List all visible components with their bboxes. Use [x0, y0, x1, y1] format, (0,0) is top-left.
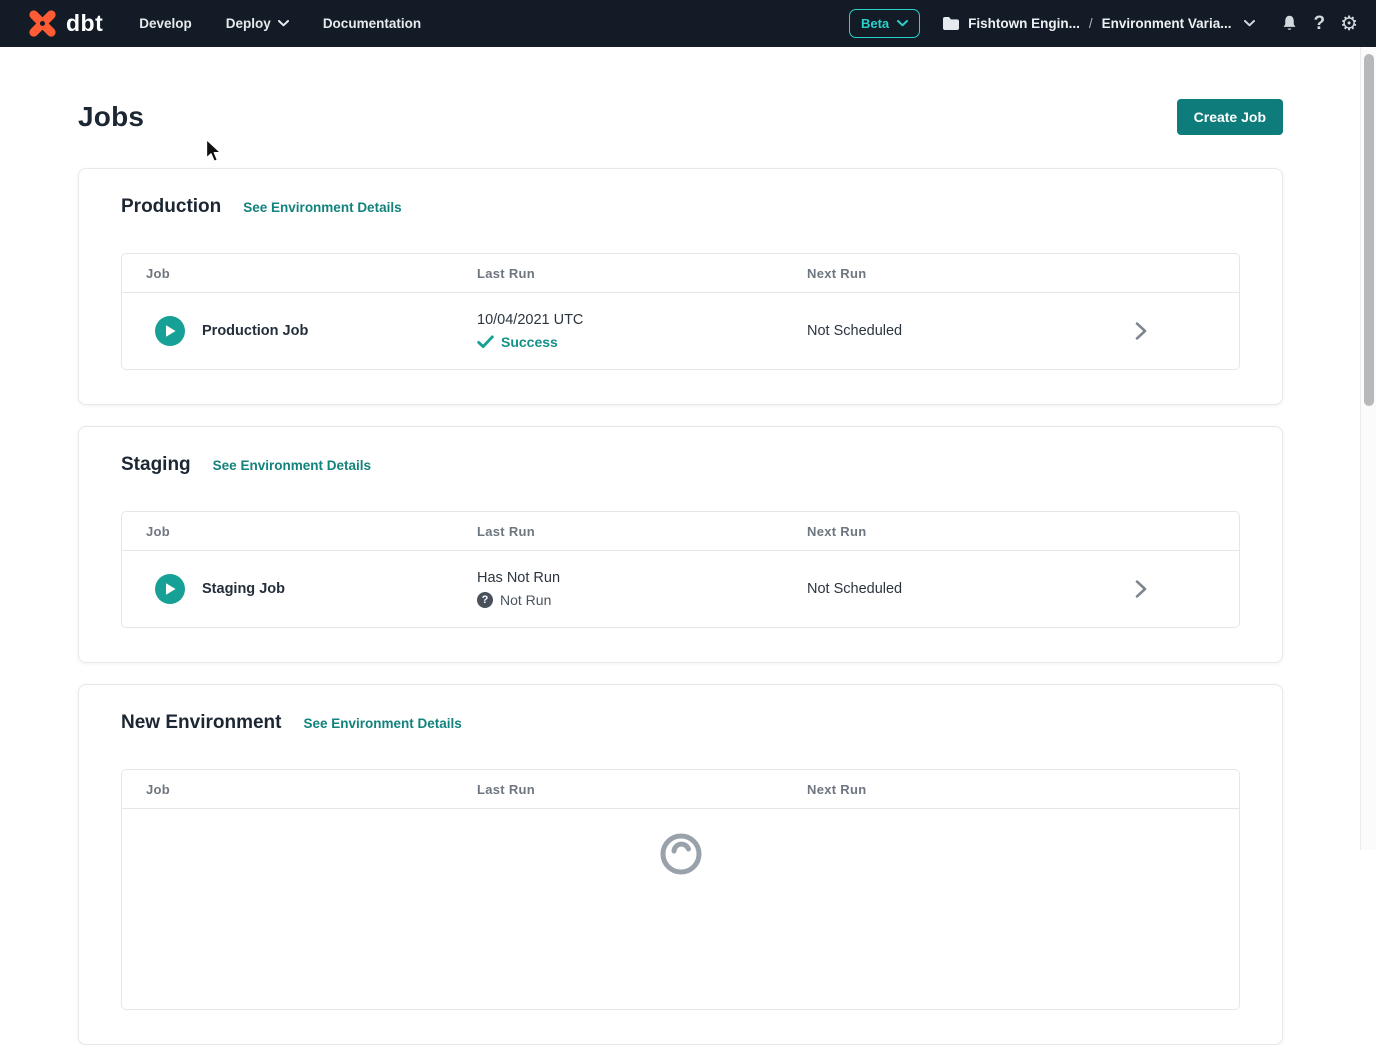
scrollbar-thumb[interactable] [1364, 54, 1374, 406]
last-run-date: 10/04/2021 UTC [477, 312, 783, 328]
environment-card-staging: Staging See Environment Details Job Last… [78, 426, 1283, 663]
breadcrumb[interactable]: Fishtown Engin... / Environment Varia... [943, 16, 1255, 31]
column-header-job: Job [122, 266, 453, 281]
column-header-last-run: Last Run [453, 266, 783, 281]
play-icon [164, 324, 177, 338]
column-header-job: Job [122, 782, 453, 797]
chevron-down-icon [1244, 20, 1255, 27]
nav-item-deploy-label: Deploy [226, 16, 271, 31]
breadcrumb-separator: / [1089, 16, 1093, 31]
column-header-last-run: Last Run [453, 782, 783, 797]
chevron-right-icon[interactable] [1135, 321, 1147, 341]
job-name: Staging Job [202, 581, 285, 597]
column-header-last-run: Last Run [453, 524, 783, 539]
breadcrumb-project: Fishtown Engin... [968, 16, 1080, 31]
next-run-value: Not Scheduled [807, 581, 902, 597]
chevron-down-icon [897, 20, 908, 27]
see-environment-details-link[interactable]: See Environment Details [213, 458, 371, 473]
status-badge: Not Run [500, 592, 551, 608]
status-badge: Success [501, 334, 558, 350]
nav-item-documentation[interactable]: Documentation [323, 16, 421, 31]
primary-menu: Develop Deploy Documentation [139, 16, 421, 31]
environment-card-production: Production See Environment Details Job L… [78, 168, 1283, 405]
beta-dropdown-button[interactable]: Beta [849, 9, 920, 38]
environment-name: New Environment [121, 712, 281, 734]
next-run-value: Not Scheduled [807, 323, 902, 339]
help-icon[interactable]: ? [1313, 14, 1325, 33]
environment-name: Production [121, 196, 221, 218]
scrollbar[interactable] [1360, 47, 1376, 850]
mouse-cursor [205, 138, 224, 164]
environment-name: Staging [121, 454, 191, 476]
question-icon: ? [477, 592, 493, 608]
nav-item-deploy[interactable]: Deploy [226, 16, 289, 31]
top-nav: dbt Develop Deploy Documentation Beta Fi… [0, 0, 1376, 47]
jobs-table: Job Last Run Next Run Production Job 10/… [121, 253, 1240, 370]
column-header-job: Job [122, 524, 453, 539]
beta-label: Beta [861, 16, 889, 31]
table-header-row: Job Last Run Next Run [122, 770, 1239, 809]
gear-icon[interactable]: ⚙ [1340, 14, 1358, 34]
no-runs-icon [658, 831, 704, 877]
column-header-next-run: Next Run [783, 524, 1239, 539]
job-row-production-job[interactable]: Production Job 10/04/2021 UTC Success No… [122, 293, 1239, 369]
see-environment-details-link[interactable]: See Environment Details [243, 200, 401, 215]
chevron-down-icon [278, 20, 289, 27]
table-header-row: Job Last Run Next Run [122, 254, 1239, 293]
notifications-bell-icon[interactable] [1281, 14, 1298, 33]
folder-icon [943, 17, 959, 30]
page-title: Jobs [78, 101, 144, 133]
job-row-staging-job[interactable]: Staging Job Has Not Run ? Not Run Not Sc… [122, 551, 1239, 627]
play-icon [164, 582, 177, 596]
last-run-date: Has Not Run [477, 570, 783, 586]
breadcrumb-section: Environment Varia... [1102, 16, 1232, 31]
column-header-next-run: Next Run [783, 266, 1239, 281]
jobs-table: Job Last Run Next Run [121, 769, 1240, 1010]
empty-jobs-state [122, 809, 1239, 1009]
jobs-table: Job Last Run Next Run Staging Job Has No… [121, 511, 1240, 628]
run-job-button[interactable] [155, 574, 185, 604]
see-environment-details-link[interactable]: See Environment Details [303, 716, 461, 731]
job-name: Production Job [202, 323, 308, 339]
brand-wordmark: dbt [66, 10, 103, 37]
nav-item-develop[interactable]: Develop [139, 16, 192, 31]
chevron-right-icon[interactable] [1135, 579, 1147, 599]
column-header-next-run: Next Run [783, 782, 1239, 797]
table-header-row: Job Last Run Next Run [122, 512, 1239, 551]
create-job-button[interactable]: Create Job [1177, 99, 1283, 135]
environment-card-new-environment: New Environment See Environment Details … [78, 684, 1283, 1045]
check-icon [477, 335, 494, 349]
run-job-button[interactable] [155, 316, 185, 346]
jobs-page: Jobs Create Job Production See Environme… [0, 47, 1376, 1045]
dbt-logo[interactable]: dbt [26, 7, 103, 40]
dbt-logo-icon [26, 7, 59, 40]
